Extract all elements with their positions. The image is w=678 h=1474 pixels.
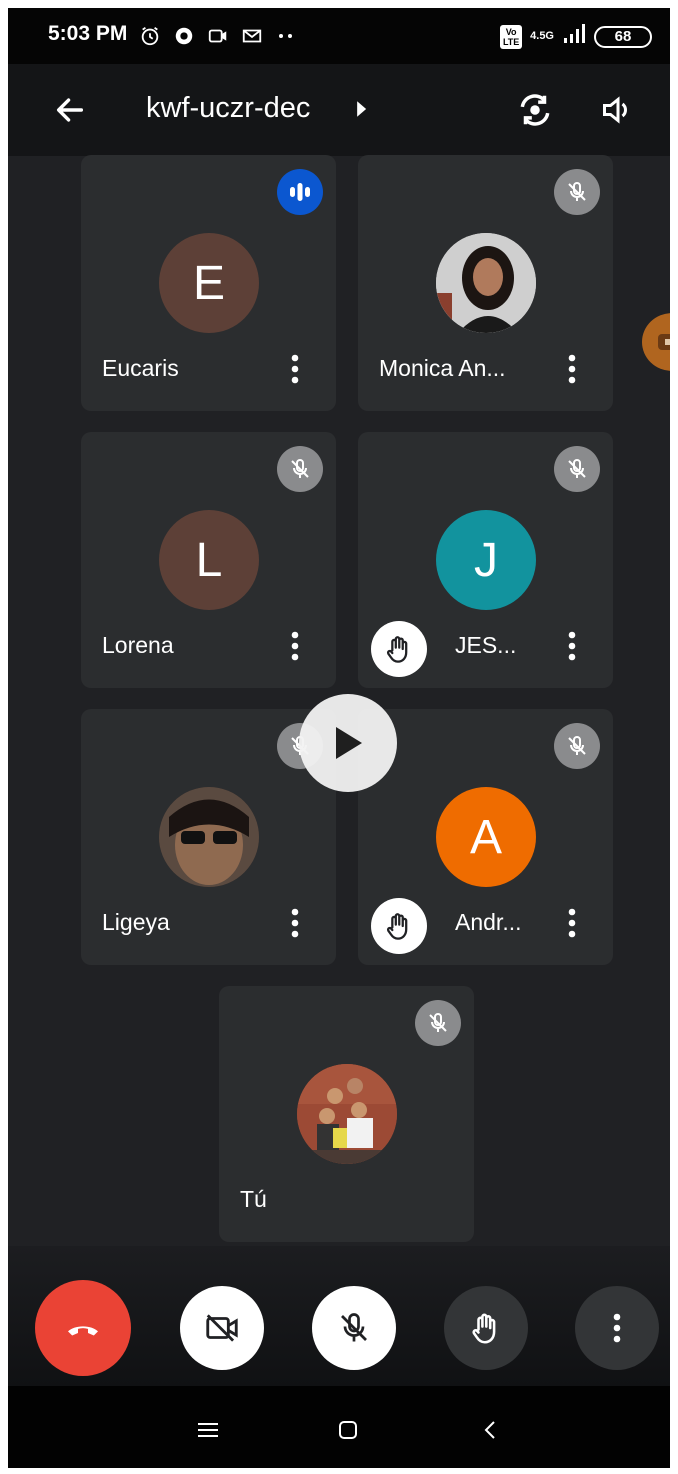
tile-menu-button[interactable] xyxy=(560,351,584,387)
hand-icon xyxy=(386,913,408,940)
more-options-button[interactable] xyxy=(575,1286,659,1370)
mic-off-icon xyxy=(291,459,309,478)
system-indicators: Vo LTE 4.5G 68 xyxy=(500,24,652,49)
mic-off-icon xyxy=(568,182,586,201)
menu-icon xyxy=(198,1423,218,1437)
switch-camera-icon xyxy=(520,94,550,126)
speaker-button[interactable] xyxy=(596,88,640,132)
more-vert-icon xyxy=(291,908,299,938)
hand-icon xyxy=(386,636,408,663)
alarm-icon xyxy=(138,24,162,48)
nav-back-button[interactable] xyxy=(470,1410,510,1450)
mic-off-badge xyxy=(554,446,600,492)
call-controls xyxy=(8,1246,670,1386)
tile-menu-button[interactable] xyxy=(283,905,307,941)
phone-hangup-icon xyxy=(68,1326,98,1336)
play-button[interactable] xyxy=(299,694,397,792)
avatar: A xyxy=(436,787,536,887)
hand-icon xyxy=(472,1313,496,1344)
participant-name: JES... xyxy=(455,632,517,658)
play-icon xyxy=(336,727,362,759)
participant-tile-jes[interactable]: J JES... xyxy=(358,432,613,688)
status-time: 5:03 PM xyxy=(48,22,128,45)
avatar: L xyxy=(159,510,259,610)
participant-name: Tú xyxy=(240,1186,267,1212)
mic-off-icon xyxy=(341,1313,367,1342)
profile-photo xyxy=(159,787,259,887)
participant-name: Monica An... xyxy=(379,355,506,381)
video-icon xyxy=(206,24,230,48)
end-call-button[interactable] xyxy=(35,1280,131,1376)
arrow-left-icon xyxy=(56,98,84,122)
participant-tile-eucaris[interactable]: E Eucaris xyxy=(81,155,336,411)
more-vert-icon xyxy=(568,354,576,384)
battery-indicator: 68 xyxy=(594,25,652,48)
mic-off-badge xyxy=(415,1000,461,1046)
more-dots-icon xyxy=(274,24,298,48)
volte-badge: Vo LTE xyxy=(500,24,523,49)
tile-menu-button[interactable] xyxy=(560,905,584,941)
audio-bars-icon xyxy=(290,183,310,201)
mic-off-icon xyxy=(568,459,586,478)
participant-name: Eucaris xyxy=(102,355,179,381)
more-vert-icon xyxy=(291,631,299,661)
speaking-indicator xyxy=(277,169,323,215)
avatar xyxy=(297,1064,397,1164)
more-vert-icon xyxy=(568,631,576,661)
tile-menu-button[interactable] xyxy=(283,628,307,664)
volume-icon xyxy=(603,96,627,124)
more-vert-icon xyxy=(291,354,299,384)
avatar: E xyxy=(159,233,259,333)
video-icon xyxy=(658,334,670,350)
mic-toggle-button[interactable] xyxy=(312,1286,396,1370)
mic-off-badge xyxy=(554,723,600,769)
home-square-icon xyxy=(339,1421,357,1439)
raised-hand-badge xyxy=(371,898,427,954)
photos-icon xyxy=(172,24,196,48)
gmail-icon xyxy=(240,24,264,48)
call-header: kwf-uczr-dec xyxy=(8,64,670,156)
raised-hand-badge xyxy=(371,621,427,677)
switch-camera-button[interactable] xyxy=(513,88,557,132)
avatar xyxy=(436,233,536,333)
more-vert-icon xyxy=(568,908,576,938)
profile-photo xyxy=(436,233,536,333)
meeting-code[interactable]: kwf-uczr-dec xyxy=(146,92,310,125)
avatar xyxy=(159,787,259,887)
floating-bubble[interactable] xyxy=(642,313,670,371)
mic-off-badge xyxy=(554,169,600,215)
network-type: 4.5G xyxy=(530,30,554,42)
avatar: J xyxy=(436,510,536,610)
nav-menu-button[interactable] xyxy=(188,1410,228,1450)
participant-name: Ligeya xyxy=(102,909,170,935)
raise-hand-button[interactable] xyxy=(444,1286,528,1370)
tile-menu-button[interactable] xyxy=(560,628,584,664)
profile-photo xyxy=(297,1064,397,1164)
phone-screen: 5:03 PM Vo LTE 4.5G 68 kwf-uczr-dec E Eu… xyxy=(8,8,670,1468)
caret-right-icon[interactable] xyxy=(354,100,368,123)
participant-tile-lorena[interactable]: L Lorena xyxy=(81,432,336,688)
tile-menu-button[interactable] xyxy=(283,351,307,387)
back-button[interactable] xyxy=(48,88,92,132)
camera-toggle-button[interactable] xyxy=(180,1286,264,1370)
mic-off-badge xyxy=(277,446,323,492)
nav-home-button[interactable] xyxy=(328,1410,368,1450)
participant-name: Lorena xyxy=(102,632,174,658)
chevron-left-icon xyxy=(484,1421,495,1439)
mic-off-icon xyxy=(429,1013,447,1032)
participant-tile-ligeya[interactable]: Ligeya xyxy=(81,709,336,965)
system-nav-bar xyxy=(8,1386,670,1468)
mic-off-icon xyxy=(568,736,586,755)
signal-icon xyxy=(562,24,586,49)
notification-icons xyxy=(138,24,298,48)
self-tile[interactable]: Tú xyxy=(219,986,474,1242)
more-vert-icon xyxy=(613,1313,621,1343)
status-bar: 5:03 PM Vo LTE 4.5G 68 xyxy=(8,8,670,64)
participant-name: Andr... xyxy=(455,909,522,935)
participant-tile-monica[interactable]: Monica An... xyxy=(358,155,613,411)
videocam-off-icon xyxy=(206,1314,238,1342)
